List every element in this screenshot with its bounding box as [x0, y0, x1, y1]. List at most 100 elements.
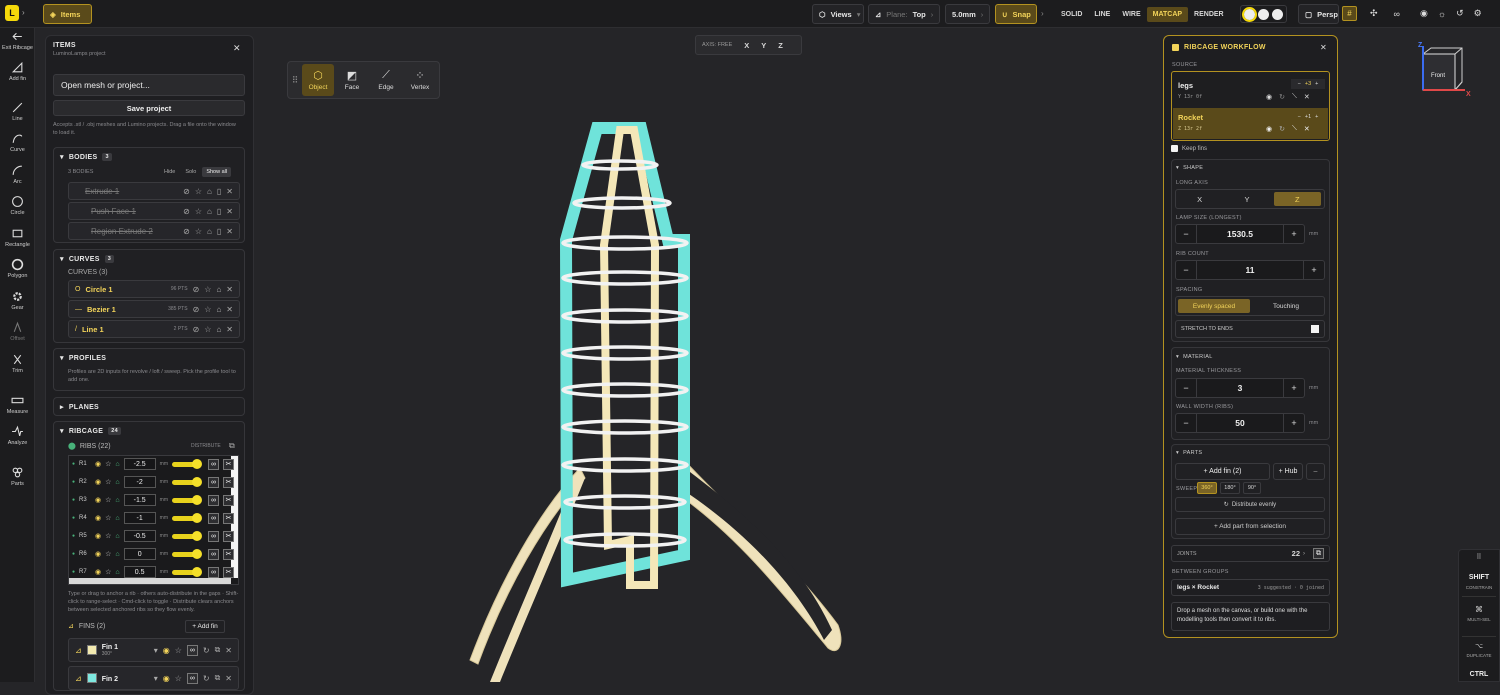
fins-header[interactable]: ⊿ FINS (2) [68, 622, 105, 631]
select-edge[interactable]: ⟋ Edge [370, 64, 402, 96]
rib-row[interactable]: ● R2 ◉ ☆ ⌂ -2 mm ∞ ✂ [72, 474, 239, 490]
lock-icon[interactable]: ⌂ [115, 461, 119, 468]
increment-button[interactable]: + [1284, 418, 1304, 428]
bodies-header[interactable]: ▾ BODIES 3 [60, 153, 112, 161]
decrement-button[interactable]: − [1176, 265, 1196, 275]
lock-icon[interactable]: ⌂ [216, 325, 221, 334]
lock-icon[interactable]: ⌂ [115, 515, 119, 522]
axis-x-option[interactable]: X [1176, 190, 1223, 208]
rib-row[interactable]: ● R6 ◉ ☆ ⌂ 0 mm ∞ ✂ [72, 546, 239, 562]
grid-icon[interactable]: # [1342, 6, 1357, 21]
trash-icon[interactable]: ▯ [217, 187, 221, 196]
sweep-360[interactable]: 360° [1197, 482, 1217, 494]
axes-icon[interactable]: ✣ [1370, 8, 1378, 19]
touching-option[interactable]: Touching [1250, 299, 1322, 313]
slash-icon[interactable]: ⟍ [1292, 125, 1297, 133]
mode-render[interactable]: RENDER [1188, 7, 1230, 22]
link-icon[interactable]: ∞ [208, 476, 219, 488]
keep-fins-checkbox[interactable]: Keep fins [1171, 145, 1207, 152]
rib-row[interactable]: ● R1 ◉ ☆ ⌂ -2.5 mm ∞ ✂ [72, 456, 239, 472]
rib-slider[interactable] [172, 512, 202, 523]
settings-icon[interactable]: ⚙ [1474, 8, 1482, 19]
add-part-button[interactable]: + Add part from selection [1175, 518, 1325, 535]
axis-z-option[interactable]: Z [1273, 192, 1321, 206]
star-icon[interactable]: ☆ [105, 460, 111, 468]
rotate-icon[interactable]: ↻ [1279, 93, 1285, 101]
link-icon[interactable]: ∞ [1394, 9, 1400, 19]
lock-icon[interactable]: ⌂ [216, 285, 221, 294]
mode-matcap[interactable]: MATCAP [1146, 6, 1189, 22]
star-icon[interactable]: ☆ [195, 227, 202, 236]
rib-row[interactable]: ● R7 ◉ ☆ ⌂ 0.5 mm ∞ ✂ [72, 564, 239, 580]
source-item-legs[interactable]: legs Y 13r 0f − +3 + ◉ ↻ ⟍ ✕ [1173, 74, 1328, 105]
tool-rectangle[interactable]: Rectangle [0, 227, 35, 248]
curve-row[interactable]: — Bezier 1 385 PTS ⊘ ☆ ⌂ ✕ [68, 300, 240, 318]
view-cube-gizmo[interactable]: Z X Front [1415, 40, 1475, 100]
link-icon[interactable]: ∞ [208, 566, 219, 578]
redo-icon[interactable]: ↻ [203, 646, 210, 655]
lock-icon[interactable]: ⌂ [115, 533, 119, 540]
grip-icon[interactable]: ● [72, 461, 75, 467]
select-vertex[interactable]: ⁘ Vertex [404, 64, 436, 96]
rib-count-input[interactable]: 11 [1196, 261, 1304, 279]
tool-measure[interactable]: Measure [0, 394, 35, 415]
fin-row[interactable]: ⊿ Fin 2 ▾ ◉ ☆ ∞ ↻ ⧉ ✕ [68, 666, 239, 690]
tool-offset[interactable]: Offset [0, 321, 35, 342]
axis-y-option[interactable]: Y [1223, 190, 1270, 208]
items-button[interactable]: ◈ Items [43, 4, 92, 24]
increment-button[interactable]: + [1284, 383, 1304, 393]
tool-circle[interactable]: Circle [0, 195, 35, 216]
add-fin-button[interactable]: + Add fin [185, 620, 225, 633]
star-icon[interactable]: ☆ [204, 305, 211, 314]
copy-icon[interactable]: ⧉ [229, 441, 235, 451]
close-icon[interactable]: ✕ [1304, 93, 1310, 101]
star-icon[interactable]: ☆ [195, 207, 202, 216]
scissors-icon[interactable]: ✂ [223, 512, 234, 524]
eye-off-icon[interactable]: ⊘ [193, 285, 200, 294]
eye-icon[interactable]: ◉ [95, 568, 101, 576]
link-icon[interactable]: ∞ [208, 494, 219, 506]
source-item-rocket[interactable]: Rocket Z 13r 2f − +1 + ◉ ↻ ⟍ ✕ [1173, 108, 1328, 139]
rib-slider[interactable] [172, 458, 202, 469]
grip-icon[interactable]: ● [72, 551, 75, 557]
body-row[interactable]: Region Extrude 2 ⊘ ☆ ⌂ ▯ ✕ [68, 222, 240, 240]
star-icon[interactable]: ☆ [105, 514, 111, 522]
star-icon[interactable]: ☆ [204, 325, 211, 334]
rib-slider[interactable] [172, 494, 202, 505]
axis-x-button[interactable]: X [744, 41, 749, 50]
eye-off-icon[interactable]: ⊘ [183, 187, 190, 196]
joints-value[interactable]: 22 [1292, 549, 1300, 558]
rib-offset-input[interactable]: 0.5 [123, 566, 156, 578]
plane-selector[interactable]: ⊿ Plane: Top › [868, 4, 940, 24]
star-icon[interactable]: ☆ [105, 478, 111, 486]
scissors-icon[interactable]: ✂ [223, 476, 234, 488]
close-icon[interactable]: ✕ [226, 187, 233, 196]
close-icon[interactable]: ✕ [226, 207, 233, 216]
eye-icon[interactable]: ◉ [1420, 8, 1428, 19]
sun-icon[interactable]: ☼ [1438, 9, 1446, 19]
mode-line[interactable]: LINE [1088, 7, 1116, 22]
rib-slider[interactable] [172, 566, 202, 577]
select-object[interactable]: ⬡ Object [302, 64, 334, 96]
lock-icon[interactable]: ⌂ [207, 227, 212, 236]
open-mesh-button[interactable]: Open mesh or project... [53, 74, 245, 96]
decrement-button[interactable]: − [1176, 383, 1196, 393]
close-icon[interactable]: ✕ [226, 227, 233, 236]
eye-icon[interactable]: ◉ [1266, 93, 1272, 101]
ribs-header[interactable]: ⬤ RIBS (22) [68, 442, 111, 451]
decrement-button[interactable]: − [1176, 418, 1196, 428]
link-icon[interactable]: ∞ [208, 548, 219, 560]
eye-icon[interactable]: ◉ [95, 532, 101, 540]
curves-header[interactable]: ▾ CURVES 3 [60, 255, 115, 263]
rib-offset-input[interactable]: -1.5 [123, 494, 156, 506]
eye-off-icon[interactable]: ⊘ [193, 305, 200, 314]
lock-icon[interactable]: ⌂ [115, 479, 119, 486]
checkbox[interactable] [1311, 325, 1319, 333]
rib-offset-input[interactable]: -1 [123, 512, 156, 524]
chevron-down-icon[interactable]: ▾ [154, 646, 158, 655]
rib-offset-input[interactable]: -0.5 [123, 530, 156, 542]
sweep-180[interactable]: 180° [1220, 482, 1240, 494]
lock-icon[interactable]: ⌂ [115, 497, 119, 504]
drag-handle-icon[interactable]: ⠿ [290, 75, 300, 86]
rib-row[interactable]: ● R3 ◉ ☆ ⌂ -1.5 mm ∞ ✂ [72, 492, 239, 508]
